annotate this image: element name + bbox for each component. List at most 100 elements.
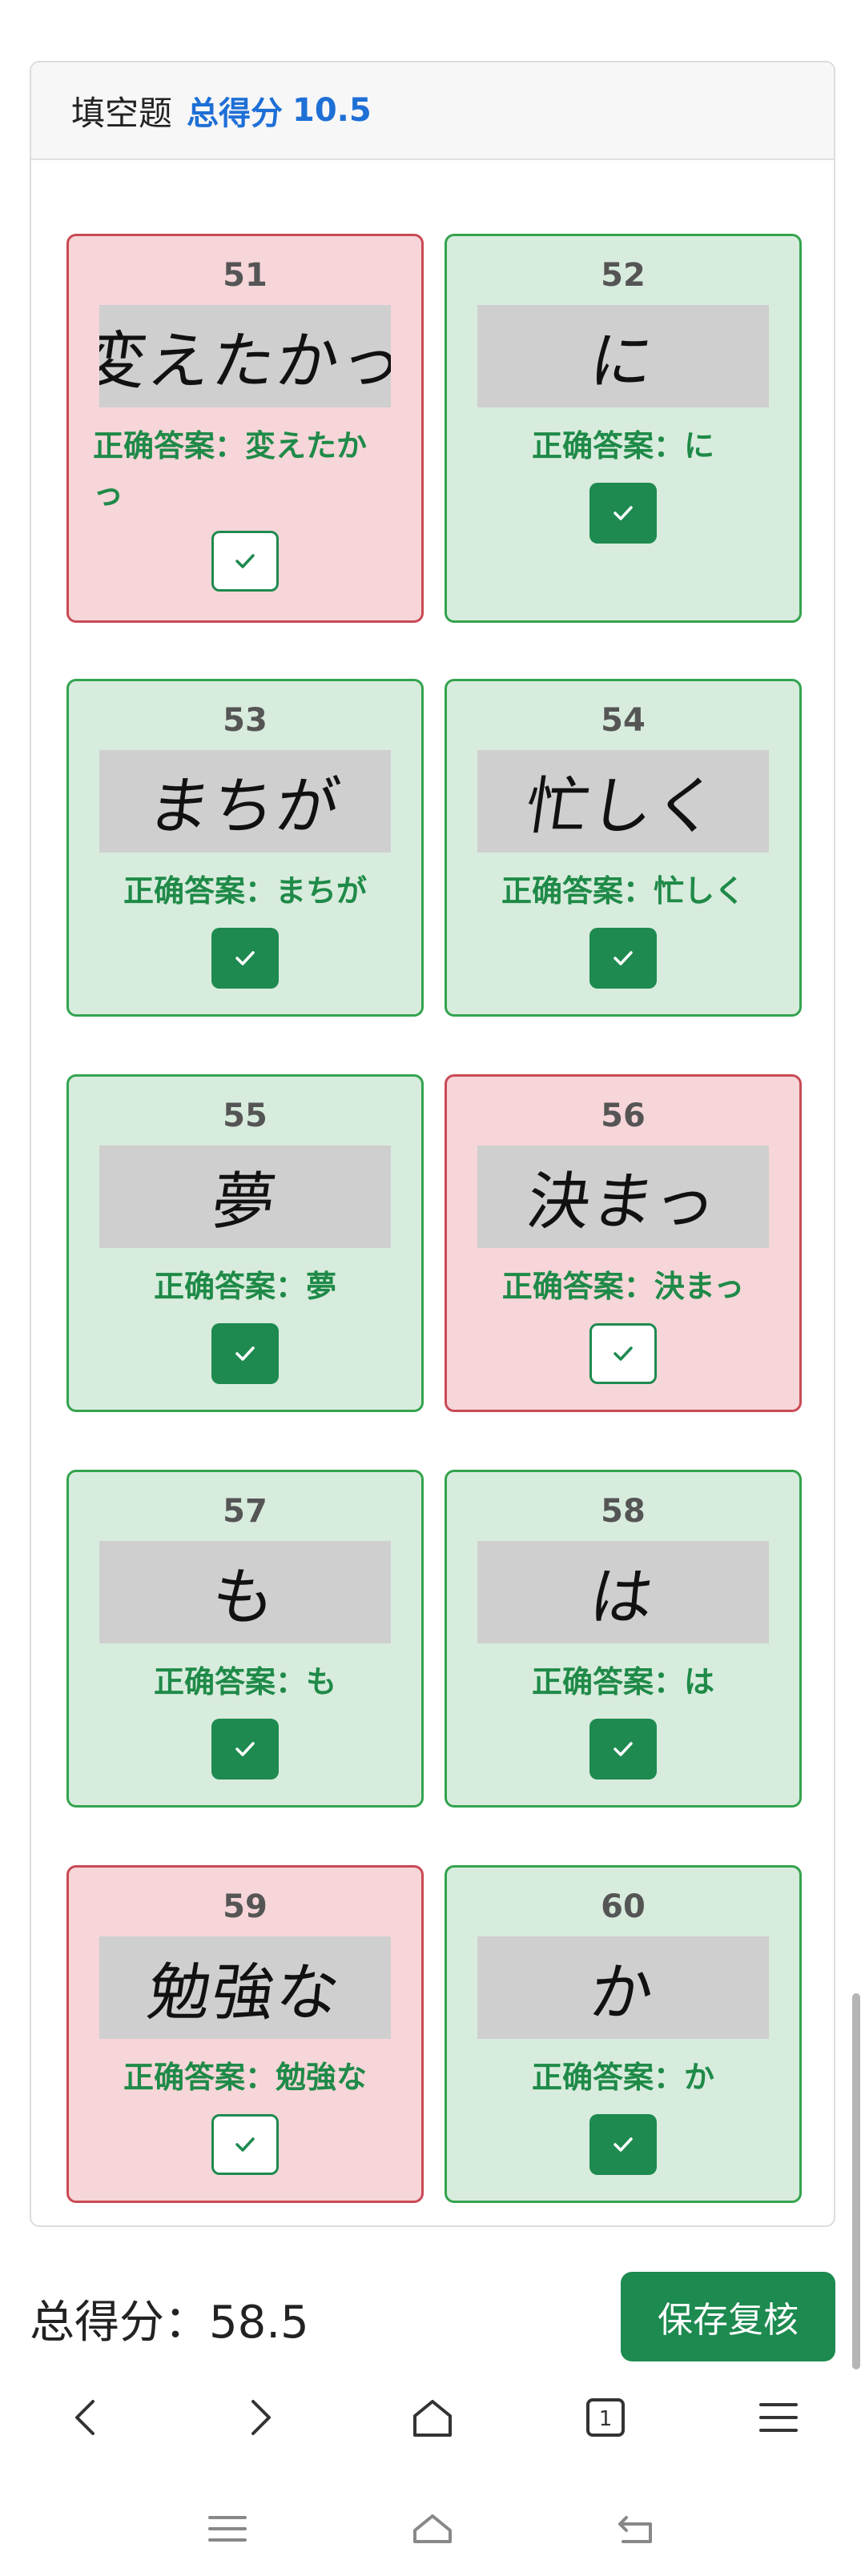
answer-item: 54 忙しく 正确答案：忙しく	[445, 679, 802, 1017]
review-checkbox[interactable]	[211, 531, 279, 592]
home-icon	[413, 2400, 452, 2437]
correct-answer-value: 勉強な	[276, 2060, 368, 2095]
question-number: 51	[223, 257, 268, 294]
forward-icon	[251, 2400, 271, 2435]
correct-answer-value: は	[684, 1664, 715, 1699]
page-scrollbar[interactable]	[852, 1993, 860, 2369]
review-checkbox[interactable]	[589, 2114, 657, 2175]
correct-answer: 正确答案：勉強な	[93, 2053, 397, 2101]
correct-answer-value: まちが	[276, 873, 368, 909]
save-review-button[interactable]: 保存复核	[621, 2272, 835, 2361]
handwritten-answer-image: も	[99, 1541, 391, 1643]
correct-answer-label: 正确答案：	[531, 2060, 684, 2095]
question-number: 57	[223, 1493, 268, 1530]
correct-answer-label: 正确答案：	[123, 2060, 276, 2095]
handwritten-answer-image: か	[477, 1936, 769, 2039]
checkmark-icon	[614, 2137, 633, 2152]
checkmark-icon	[235, 2137, 255, 2152]
question-number: 54	[601, 702, 646, 739]
card-header: 填空题 总得分 10.5	[31, 62, 834, 160]
checkmark-icon	[614, 506, 633, 520]
handwritten-answer: 決まっ	[522, 1166, 722, 1238]
review-checkbox[interactable]	[589, 1719, 657, 1780]
browser-toolbar: 1	[0, 2369, 865, 2466]
correct-answer: 正确答案：は	[471, 1658, 775, 1706]
correct-answer-label: 正确答案：	[93, 428, 246, 463]
home-button[interactable]	[392, 2377, 473, 2458]
recents-icon[interactable]	[205, 2510, 250, 2548]
question-number: 52	[601, 257, 646, 294]
correct-answer-label: 正确答案：	[531, 428, 684, 463]
system-home-icon[interactable]	[410, 2510, 455, 2548]
handwritten-answer: か	[585, 1957, 660, 2029]
correct-answer: 正确答案：まちが	[93, 867, 397, 915]
review-checkbox[interactable]	[589, 928, 657, 989]
tabs-button[interactable]: 1	[565, 2377, 646, 2458]
answer-item: 57 も正确答案：も	[66, 1470, 424, 1808]
answer-item: 56 決まっ 正确答案：決まっ	[445, 1074, 802, 1412]
answer-item: 51 変えたかっ正确答案：変えたかっ	[66, 234, 424, 623]
handwritten-answer-image: に	[477, 305, 769, 407]
review-checkbox[interactable]	[211, 928, 279, 989]
correct-answer: 正确答案：変えたかっ	[93, 422, 397, 518]
handwritten-answer: 夢	[207, 1166, 282, 1238]
total-score-value: 58.5	[209, 2297, 309, 2349]
checkmark-icon	[614, 1346, 633, 1361]
correct-answer-label: 正确答案：	[123, 873, 276, 909]
handwritten-answer: に	[585, 326, 660, 398]
handwritten-answer: も	[207, 1562, 282, 1634]
correct-answer-label: 正确答案：	[153, 1269, 306, 1304]
handwritten-answer: 勉強な	[143, 1957, 346, 2029]
question-number: 58	[601, 1493, 646, 1530]
correct-answer: 正确答案：か	[471, 2053, 775, 2101]
question-number: 60	[601, 1888, 646, 1925]
handwritten-answer: は	[585, 1562, 660, 1634]
checkmark-icon	[235, 1742, 255, 1756]
correct-answer-value: 夢	[306, 1269, 337, 1304]
question-number: 55	[223, 1097, 268, 1134]
system-navigation-bar	[0, 2482, 865, 2576]
correct-answer-label: 正确答案：	[501, 873, 654, 909]
handwritten-answer: 忙しく	[521, 771, 724, 843]
answer-item: 58 は正确答案：は	[445, 1470, 802, 1808]
back-button[interactable]	[46, 2377, 127, 2458]
section-score-value: 10.5	[292, 92, 372, 129]
menu-button[interactable]	[738, 2377, 819, 2458]
question-number: 56	[601, 1097, 646, 1134]
answer-item: 53 まちが 正确答案：まちが	[66, 679, 424, 1017]
review-checkbox[interactable]	[211, 1323, 279, 1384]
checkmark-icon	[614, 951, 633, 965]
handwritten-answer-image: は	[477, 1541, 769, 1643]
forward-button[interactable]	[219, 2377, 300, 2458]
question-number: 59	[223, 1888, 268, 1925]
review-checkbox[interactable]	[589, 1323, 657, 1384]
tabs-icon: 1	[586, 2398, 625, 2437]
menu-icon	[759, 2403, 798, 2432]
fill-in-blank-card: 填空题 总得分 10.5 51 変えたかっ 正确答案：変えたかっ 52 に正确答案：に 5…	[30, 61, 835, 2227]
review-checkbox[interactable]	[589, 483, 657, 544]
handwritten-answer-image: 決まっ	[477, 1146, 769, 1248]
section-title: 填空题	[71, 93, 173, 133]
total-score-label: 总得分：	[30, 2297, 209, 2349]
system-back-icon[interactable]	[615, 2510, 660, 2548]
answer-item: 59 勉強な 正确答案：勉強な	[66, 1865, 424, 2203]
answer-item: 52 に正确答案：に	[445, 234, 802, 623]
checkmark-icon	[235, 1346, 255, 1361]
correct-answer-label: 正确答案：	[531, 1664, 684, 1699]
correct-answer: 正确答案：に	[471, 422, 775, 470]
handwritten-answer-image: 夢	[99, 1146, 391, 1248]
correct-answer-value: 決まっ	[654, 1269, 745, 1304]
total-score: 总得分：58.5	[30, 2286, 309, 2351]
correct-answer-value: に	[684, 428, 715, 463]
checkmark-icon	[235, 554, 255, 568]
tab-count: 1	[599, 2407, 613, 2431]
correct-answer-value: か	[684, 2060, 715, 2095]
handwritten-answer-image: 勉強な	[99, 1936, 391, 2039]
handwritten-answer-image: 変えたかっ	[99, 305, 391, 407]
question-number: 53	[223, 702, 268, 739]
answer-item: 55 夢正确答案：夢	[66, 1074, 424, 1412]
review-checkbox[interactable]	[211, 2114, 279, 2175]
correct-answer: 正确答案：夢	[93, 1262, 397, 1310]
review-checkbox[interactable]	[211, 1719, 279, 1780]
handwritten-answer-image: まちが	[99, 750, 391, 853]
